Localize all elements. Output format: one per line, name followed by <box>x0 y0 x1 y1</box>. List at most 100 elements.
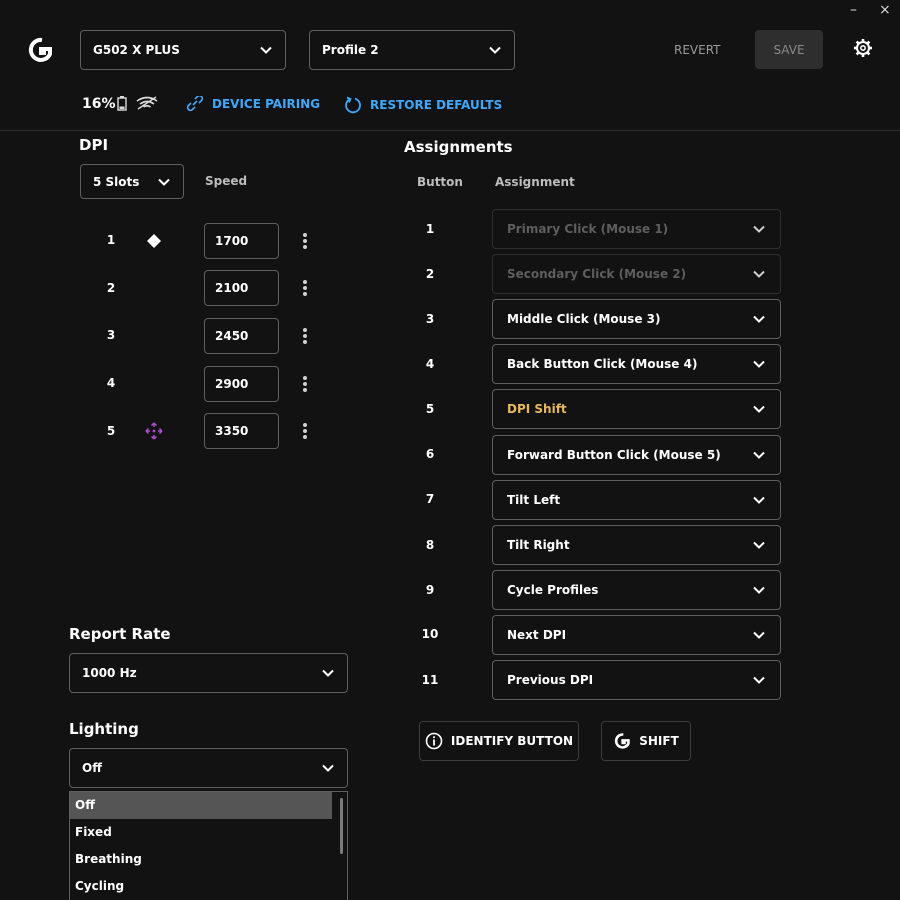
chevron-down-icon <box>158 178 170 186</box>
lighting-option[interactable]: Fixed <box>70 819 332 846</box>
chevron-down-icon <box>322 764 334 772</box>
dpi-slots-select[interactable]: 5 Slots <box>80 164 184 199</box>
button-number: 10 <box>421 627 439 641</box>
button-number: 6 <box>425 447 435 461</box>
assignment-header: Assignment <box>495 175 575 189</box>
button-number: 8 <box>425 538 435 552</box>
assignment-select[interactable]: DPI Shift <box>492 389 781 429</box>
link-icon <box>186 96 204 112</box>
dpi-value-input[interactable]: 2100 <box>204 270 279 306</box>
lighting-option[interactable]: Off <box>70 792 332 819</box>
more-options-icon[interactable] <box>298 231 312 251</box>
dpi-slot-number: 4 <box>106 376 116 390</box>
restore-icon <box>345 96 361 114</box>
info-icon <box>425 732 443 750</box>
wireless-signal-icon <box>136 96 158 110</box>
header-divider <box>0 130 900 131</box>
assignment-label: Tilt Right <box>507 538 570 552</box>
assignment-label: Secondary Click (Mouse 2) <box>507 267 687 281</box>
button-header: Button <box>417 175 463 189</box>
device-select-label: G502 X PLUS <box>93 43 180 57</box>
assignment-select[interactable]: Middle Click (Mouse 3) <box>492 299 781 339</box>
device-pairing-link[interactable]: DEVICE PAIRING <box>186 96 320 112</box>
dpi-slot-number: 1 <box>106 233 116 247</box>
chevron-down-icon <box>753 405 765 413</box>
more-options-icon[interactable] <box>298 374 312 394</box>
restore-defaults-label: RESTORE DEFAULTS <box>370 98 503 112</box>
more-options-icon[interactable] <box>298 326 312 346</box>
lighting-title: Lighting <box>69 720 139 738</box>
dpi-slot-number: 5 <box>106 424 116 438</box>
profile-select[interactable]: Profile 2 <box>309 30 515 70</box>
assignment-select[interactable]: Next DPI <box>492 615 781 655</box>
device-pairing-label: DEVICE PAIRING <box>212 97 321 111</box>
assignments-title: Assignments <box>404 138 513 156</box>
assignment-label: Middle Click (Mouse 3) <box>507 312 661 326</box>
assignment-select[interactable]: Back Button Click (Mouse 4) <box>492 344 781 384</box>
chevron-down-icon <box>753 541 765 549</box>
report-rate-select[interactable]: 1000 Hz <box>69 653 348 693</box>
chevron-down-icon <box>753 270 765 278</box>
chevron-down-icon <box>753 676 765 684</box>
chevron-down-icon <box>753 315 765 323</box>
assignment-label: Primary Click (Mouse 1) <box>507 222 669 236</box>
chevron-down-icon <box>753 496 765 504</box>
chevron-down-icon <box>753 451 765 459</box>
shift-button-label: SHIFT <box>639 734 679 748</box>
assignment-select: Primary Click (Mouse 1) <box>492 209 781 249</box>
button-number: 11 <box>421 673 439 687</box>
dpi-value-input[interactable]: 1700 <box>204 223 279 259</box>
more-options-icon[interactable] <box>298 421 312 441</box>
assignment-label: Previous DPI <box>507 673 594 687</box>
logitech-g-logo-icon <box>28 37 52 62</box>
report-rate-title: Report Rate <box>69 625 171 643</box>
device-select[interactable]: G502 X PLUS <box>80 30 286 70</box>
assignment-select[interactable]: Previous DPI <box>492 660 781 700</box>
lighting-option[interactable]: Cycling <box>70 873 332 900</box>
profile-select-label: Profile 2 <box>322 43 379 57</box>
assignment-label: DPI Shift <box>507 402 567 416</box>
dpi-title: DPI <box>79 136 109 154</box>
identify-button-label: IDENTIFY BUTTON <box>450 734 574 748</box>
more-options-icon[interactable] <box>298 278 312 298</box>
battery-icon <box>117 96 127 111</box>
shift-button[interactable]: SHIFT <box>601 721 691 761</box>
shift-dpi-icon[interactable] <box>145 422 163 440</box>
dpi-slot-number: 2 <box>106 281 116 295</box>
close-button[interactable]: × <box>879 2 891 18</box>
lighting-value: Off <box>82 761 102 775</box>
save-button[interactable]: SAVE <box>755 30 823 69</box>
dpi-value-input[interactable]: 2900 <box>204 366 279 402</box>
default-dpi-diamond-icon[interactable] <box>146 233 162 249</box>
button-number: 3 <box>425 312 435 326</box>
g-shift-icon <box>615 733 630 749</box>
assignment-label: Cycle Profiles <box>507 583 599 597</box>
report-rate-value: 1000 Hz <box>82 666 137 680</box>
assignment-select: Secondary Click (Mouse 2) <box>492 254 781 294</box>
dpi-slot-number: 3 <box>106 328 116 342</box>
assignment-label: Back Button Click (Mouse 4) <box>507 357 698 371</box>
assignment-select[interactable]: Tilt Right <box>492 525 781 565</box>
lighting-select[interactable]: Off <box>69 748 348 788</box>
assignment-select[interactable]: Tilt Left <box>492 480 781 520</box>
dpi-value-input[interactable]: 2450 <box>204 318 279 354</box>
chevron-down-icon <box>753 586 765 594</box>
revert-button[interactable]: REVERT <box>674 43 721 57</box>
button-number: 1 <box>425 222 435 236</box>
restore-defaults-link[interactable]: RESTORE DEFAULTS <box>344 96 502 114</box>
assignment-select[interactable]: Cycle Profiles <box>492 570 781 610</box>
chevron-down-icon <box>322 669 334 677</box>
lighting-option[interactable]: Breathing <box>70 846 332 873</box>
identify-button[interactable]: IDENTIFY BUTTON <box>419 721 579 761</box>
button-number: 2 <box>425 267 435 281</box>
chevron-down-icon <box>489 46 501 54</box>
gear-icon[interactable] <box>853 38 873 58</box>
chevron-down-icon <box>260 46 272 54</box>
chevron-down-icon <box>753 225 765 233</box>
assignment-select[interactable]: Forward Button Click (Mouse 5) <box>492 435 781 475</box>
minimize-button[interactable]: – <box>850 2 857 18</box>
dpi-value-input[interactable]: 3350 <box>204 413 279 449</box>
list-scrollbar[interactable] <box>340 798 343 854</box>
assignment-label: Tilt Left <box>507 493 561 507</box>
dpi-slots-label: 5 Slots <box>93 174 140 189</box>
